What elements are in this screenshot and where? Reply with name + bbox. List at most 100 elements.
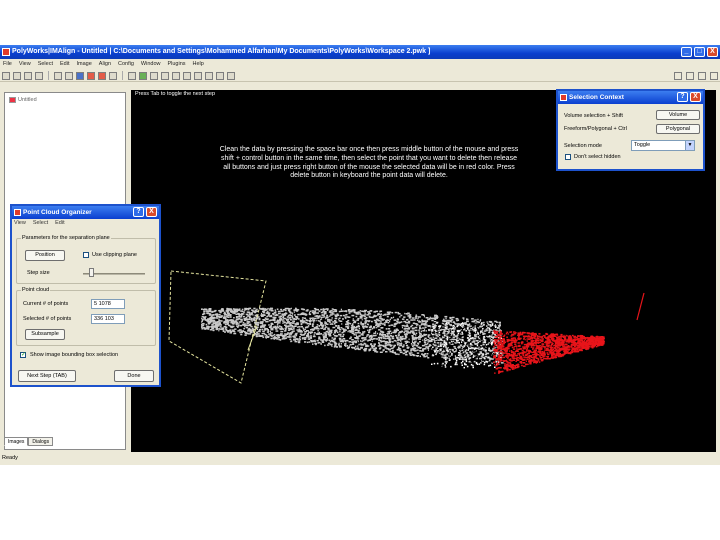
fit-icon[interactable] <box>183 71 191 80</box>
organizer-titlebar[interactable]: Point Cloud Organizer ? X <box>12 206 159 219</box>
selected-point <box>526 345 528 348</box>
cloud-point <box>443 359 445 361</box>
title-bar[interactable]: PolyWorks|IMAlign - Untitled | C:\Docume… <box>0 45 720 59</box>
selected-point <box>529 344 533 346</box>
menu-align[interactable]: Align <box>99 60 111 69</box>
menu-image[interactable]: Image <box>76 60 91 69</box>
close-button[interactable]: X <box>146 207 157 217</box>
show-bounding-box-checkbox[interactable] <box>20 351 26 358</box>
new-icon[interactable] <box>2 71 10 80</box>
done-button[interactable]: Done <box>114 370 154 382</box>
subsample-button[interactable]: Subsample <box>25 329 65 340</box>
selected-point <box>554 345 558 347</box>
cloud-point <box>312 317 314 319</box>
cloud-point <box>370 316 373 319</box>
help-icon[interactable] <box>710 72 718 80</box>
selected-point <box>541 343 544 345</box>
cloud-point <box>471 347 474 350</box>
selection-context-titlebar[interactable]: Selection Context ? X <box>558 91 703 104</box>
chevron-down-icon[interactable]: ▼ <box>685 141 694 150</box>
cloud-point <box>478 321 480 324</box>
print-icon[interactable] <box>35 71 43 80</box>
cloud-point <box>361 340 363 343</box>
step-size-slider-thumb[interactable] <box>89 268 94 277</box>
cloud-point <box>463 326 465 329</box>
select-icon[interactable] <box>109 71 117 80</box>
selected-point <box>513 366 515 369</box>
view-icon[interactable] <box>128 71 136 80</box>
volume-button[interactable]: Volume <box>656 110 700 120</box>
shade-icon[interactable] <box>139 71 147 80</box>
plane-icon[interactable] <box>205 71 213 80</box>
scan-icon[interactable] <box>87 71 95 80</box>
menu-help[interactable]: Help <box>193 60 204 69</box>
use-clipping-plane-checkbox[interactable] <box>83 252 89 258</box>
cloud-point <box>287 325 290 328</box>
cloud-point <box>348 312 351 314</box>
cloud-point <box>347 310 350 312</box>
cloud-point <box>488 335 491 337</box>
selection-mode-select[interactable]: Toggle ▼ <box>631 140 695 151</box>
current-points-field[interactable]: 5 1078 <box>91 299 125 309</box>
help-button[interactable]: ? <box>133 207 144 217</box>
close-button[interactable]: X <box>690 92 701 102</box>
menu-edit[interactable]: Edit <box>60 60 69 69</box>
cloud-point <box>437 352 439 355</box>
grid-icon[interactable] <box>194 71 202 80</box>
cloud-point <box>332 333 335 336</box>
open-icon[interactable] <box>13 71 21 80</box>
next-step-button[interactable]: Next Step (TAB) <box>18 370 76 382</box>
cloud-point <box>477 332 479 334</box>
cloud-point <box>244 334 247 336</box>
organizer-menu-select[interactable]: Select <box>33 220 48 226</box>
light-icon[interactable] <box>227 71 235 80</box>
organizer-menu-view[interactable]: View <box>14 220 26 226</box>
organizer-menu-edit[interactable]: Edit <box>55 220 64 226</box>
forward-icon[interactable] <box>698 72 706 80</box>
dont-select-hidden-checkbox[interactable] <box>565 154 571 160</box>
menu-window[interactable]: Window <box>141 60 161 69</box>
save-icon[interactable] <box>24 71 32 80</box>
selected-point <box>545 343 548 345</box>
selected-point <box>595 335 599 338</box>
minimize-button[interactable]: _ <box>681 47 692 57</box>
car-icon[interactable] <box>98 71 106 80</box>
cloud-point <box>293 335 295 337</box>
back-icon[interactable] <box>686 72 694 80</box>
cloud-point <box>428 340 432 343</box>
selected-point <box>527 352 530 355</box>
help-button[interactable]: ? <box>677 92 688 102</box>
tab-dialogs[interactable]: Dialogs <box>28 437 54 446</box>
selected-points-field[interactable]: 336 103 <box>91 314 125 324</box>
cloud-point <box>389 320 391 323</box>
menu-select[interactable]: Select <box>38 60 53 69</box>
cloud-point <box>207 328 210 330</box>
menu-plugins[interactable]: Plugins <box>167 60 185 69</box>
pan-icon[interactable] <box>172 71 180 80</box>
maximize-button[interactable]: □ <box>694 47 705 57</box>
cloud-point <box>391 317 393 319</box>
selected-point <box>556 336 559 338</box>
selected-point <box>544 353 546 355</box>
cloud-point <box>240 310 243 312</box>
zoom-icon[interactable] <box>161 71 169 80</box>
cloud-point <box>433 330 436 333</box>
undo-icon[interactable] <box>54 71 62 80</box>
measure-icon[interactable] <box>216 71 224 80</box>
close-button[interactable]: X <box>707 47 718 57</box>
selected-point <box>512 357 515 359</box>
rotate-icon[interactable] <box>150 71 158 80</box>
position-button[interactable]: Position <box>25 250 65 261</box>
polygonal-button[interactable]: Polygonal <box>656 124 700 134</box>
cloud-point <box>203 310 206 313</box>
tab-images[interactable]: Images <box>4 437 29 446</box>
menu-file[interactable]: File <box>3 60 12 69</box>
redo-icon[interactable] <box>65 71 73 80</box>
cloud-point <box>253 310 257 313</box>
menu-view[interactable]: View <box>19 60 31 69</box>
tree-item-untitled[interactable]: Untitled <box>9 97 37 103</box>
menu-config[interactable]: Config <box>118 60 134 69</box>
align-icon[interactable] <box>76 71 84 80</box>
plugin-icon[interactable] <box>674 72 682 80</box>
selected-point <box>544 349 546 351</box>
